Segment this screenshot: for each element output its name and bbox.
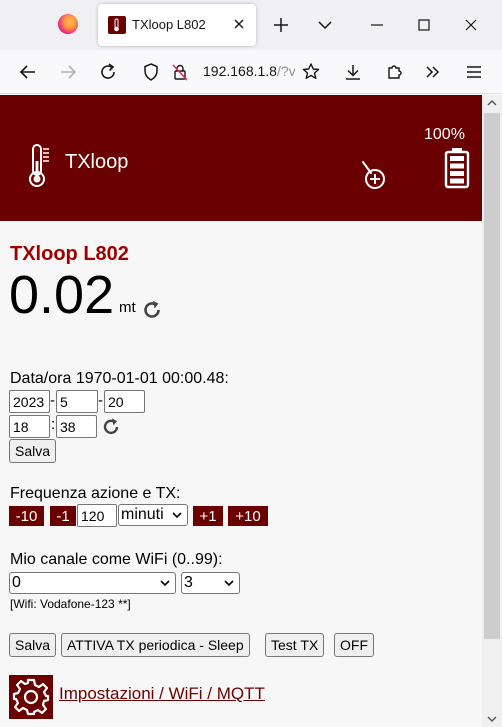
app-name: TXloop xyxy=(65,151,129,173)
download-icon[interactable] xyxy=(341,60,365,84)
device-title: TXloop L802 xyxy=(10,243,129,265)
insecure-lock-icon[interactable] xyxy=(168,60,192,84)
window-close-icon[interactable] xyxy=(459,13,483,37)
browser-tab-bar: TXloop L802 xyxy=(0,0,502,50)
plus-1-button[interactable]: +1 xyxy=(193,506,223,526)
chevron-down-icon xyxy=(160,580,170,587)
scroll-up-arrow-icon[interactable] xyxy=(487,99,497,106)
url-bar[interactable]: 192.168.1.8/?v xyxy=(203,63,295,79)
thermometer-icon xyxy=(24,143,52,189)
month-input[interactable] xyxy=(56,390,98,413)
datetime-label: Data/ora 1970-01-01 00:00.48: xyxy=(10,370,229,387)
frequency-unit-select[interactable]: minuti xyxy=(118,504,188,526)
bookmark-star-icon[interactable] xyxy=(299,60,323,84)
off-button[interactable]: OFF xyxy=(334,633,374,657)
shield-icon[interactable] xyxy=(139,60,163,84)
scroll-down-arrow-icon[interactable] xyxy=(487,716,497,723)
distance-unit: mt xyxy=(119,299,136,316)
app-header: TXloop 100% xyxy=(0,95,482,221)
browser-tab[interactable]: TXloop L802 xyxy=(98,4,256,46)
minus-1-button[interactable]: -1 xyxy=(50,506,76,526)
activate-periodic-tx-button[interactable]: ATTIVA TX periodica - Sleep xyxy=(61,633,250,657)
day-input[interactable] xyxy=(104,390,145,413)
channel-select[interactable]: 0 xyxy=(9,572,176,594)
scrollbar[interactable] xyxy=(482,95,502,727)
date-separator: - xyxy=(50,392,55,409)
distance-value: 0.02 xyxy=(9,265,115,325)
time-separator: : xyxy=(51,416,56,433)
firefox-logo-icon xyxy=(58,14,78,34)
url-path: /?v xyxy=(276,63,295,79)
battery-percentage: 100% xyxy=(424,126,465,143)
hour-input[interactable] xyxy=(9,415,50,438)
wifi-info: [Wifi: Vodafone-123 **] xyxy=(10,597,131,611)
new-tab-icon[interactable] xyxy=(269,13,293,37)
frequency-label: Frequenza azione e TX: xyxy=(10,485,181,502)
plus-10-button[interactable]: +10 xyxy=(228,506,268,526)
url-host: 192.168.1.8 xyxy=(203,63,277,79)
tab-title: TXloop L802 xyxy=(132,17,206,32)
tab-close-icon[interactable] xyxy=(230,15,248,33)
channel-value: 0 xyxy=(12,574,21,591)
channel-label: Mio canale come WiFi (0..99): xyxy=(10,551,223,568)
frequency-unit-value: minuti xyxy=(121,506,164,523)
secondary-value: 3 xyxy=(184,574,193,591)
save-button[interactable]: Salva xyxy=(9,633,57,657)
forward-arrow-icon[interactable] xyxy=(56,60,80,84)
scrollbar-thumb[interactable] xyxy=(484,113,500,639)
web-page: TXloop 100% TXloop L802 0.02 mt Data/ora xyxy=(0,95,482,727)
minus-10-button[interactable]: -10 xyxy=(9,506,44,526)
extensions-puzzle-icon[interactable] xyxy=(382,60,406,84)
minute-input[interactable] xyxy=(56,415,97,438)
refresh-time-icon[interactable] xyxy=(101,417,121,437)
maximize-icon[interactable] xyxy=(412,13,436,37)
refresh-distance-icon[interactable] xyxy=(141,299,163,321)
save-datetime-button[interactable]: Salva xyxy=(9,439,57,463)
minimize-icon[interactable] xyxy=(365,13,389,37)
add-sensor-icon[interactable] xyxy=(360,159,390,191)
settings-link[interactable]: Impostazioni / WiFi / MQTT xyxy=(59,684,265,704)
date-separator: - xyxy=(98,392,103,409)
tab-list-chevron-icon[interactable] xyxy=(313,13,337,37)
chevron-down-icon xyxy=(172,512,182,519)
gear-icon[interactable] xyxy=(9,675,53,719)
battery-full-icon xyxy=(444,147,470,189)
year-input[interactable] xyxy=(9,390,50,413)
hamburger-menu-icon[interactable] xyxy=(462,60,486,84)
browser-nav-bar: 192.168.1.8/?v xyxy=(0,50,502,94)
back-arrow-icon[interactable] xyxy=(16,60,40,84)
thermometer-favicon-icon xyxy=(108,16,126,34)
reload-icon[interactable] xyxy=(96,60,120,84)
test-tx-button[interactable]: Test TX xyxy=(265,633,325,657)
overflow-chevrons-icon[interactable] xyxy=(421,60,445,84)
secondary-select[interactable]: 3 xyxy=(181,572,240,594)
frequency-value-input[interactable] xyxy=(77,504,117,527)
chevron-down-icon xyxy=(224,580,234,587)
